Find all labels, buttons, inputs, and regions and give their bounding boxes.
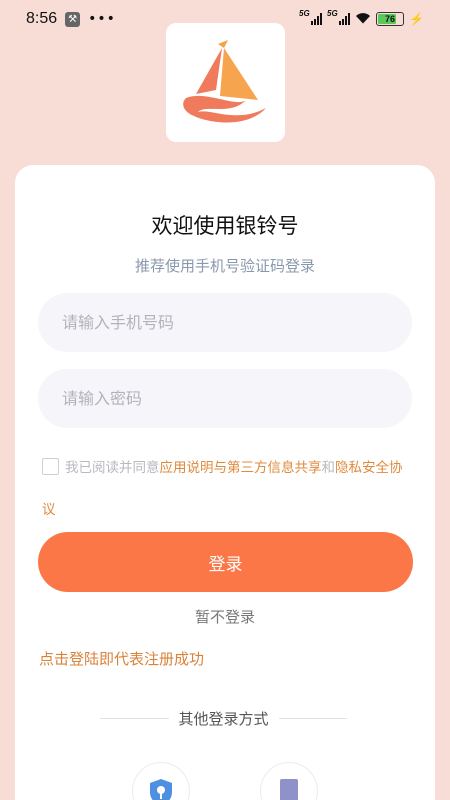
signal-icon: 5G — [299, 9, 323, 25]
skip-login-link[interactable]: 暂不登录 — [0, 606, 450, 627]
register-notice: 点击登陆即代表注册成功 — [39, 650, 205, 668]
phone-input[interactable] — [38, 293, 412, 352]
battery-level: 76 — [385, 14, 396, 24]
network-type-label: 5G — [327, 9, 338, 18]
network-type-label: 5G — [299, 9, 310, 18]
charging-bolt-icon: ⚡ — [409, 12, 424, 26]
app-terms-link[interactable]: 应用说明与第三方信息共享 — [160, 460, 322, 476]
agreement-checkbox[interactable] — [42, 458, 59, 475]
agreement-row: 我已阅读并同意应用说明与第三方信息共享和隐私安全协议 — [42, 447, 414, 531]
wifi-icon — [355, 11, 371, 27]
wrench-icon: ⚒ — [65, 11, 81, 27]
other-login-divider: 其他登录方式 — [100, 707, 348, 729]
status-time: 8:56 — [26, 10, 58, 27]
shield-key-icon — [150, 779, 172, 800]
page-title: 欢迎使用银铃号 — [151, 214, 299, 238]
password-input[interactable] — [38, 369, 412, 428]
more-dots-icon: ••• — [88, 11, 116, 27]
status-bar-right: 5G 5G 76 ⚡ — [299, 9, 424, 27]
agreement-connector: 和 — [321, 460, 336, 476]
divider-line — [100, 717, 169, 719]
agreement-prefix: 我已阅读并同意 — [65, 460, 160, 476]
other-login-label: 其他登录方式 — [178, 709, 269, 728]
status-bar-left: 8:56 ⚒ ••• — [26, 10, 116, 28]
sailboat-logo-icon — [182, 39, 266, 122]
phone-icon — [280, 779, 298, 800]
login-button[interactable]: 登录 — [38, 532, 413, 592]
battery-icon: 76 — [376, 12, 405, 26]
divider-line — [278, 717, 348, 719]
app-logo — [166, 23, 285, 142]
signal-icon: 5G — [327, 9, 351, 25]
page-subtitle: 推荐使用手机号验证码登录 — [134, 257, 315, 275]
